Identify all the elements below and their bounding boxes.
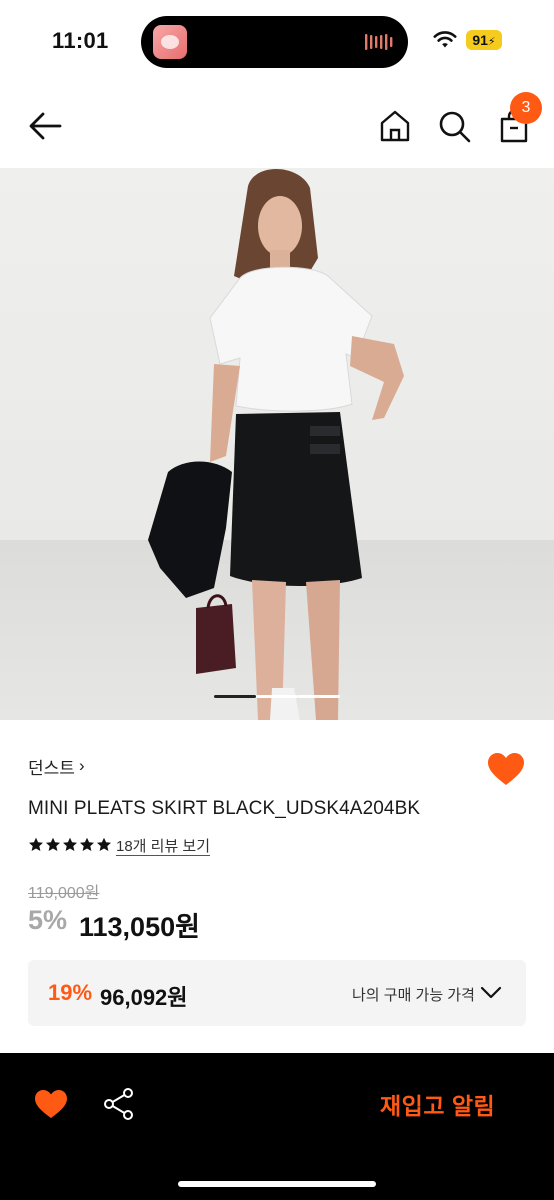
original-price: 119,000원 — [28, 885, 100, 902]
app-thumbnail-icon — [153, 25, 187, 59]
status-time: 11:01 — [52, 28, 109, 53]
star-icon — [29, 837, 43, 851]
top-nav — [0, 84, 554, 168]
cart-count-badge: 3 — [510, 92, 542, 124]
benefit-label: 나의 구매 가능 가격 — [352, 987, 475, 1004]
sale-price: 113,050원 — [79, 912, 200, 942]
charging-bolt-icon: ⚡ — [487, 36, 496, 48]
star-icon — [46, 837, 60, 851]
wifi-icon — [433, 31, 457, 48]
carousel-dot — [256, 695, 298, 698]
carousel-dot-active — [214, 695, 256, 698]
star-icon — [97, 837, 111, 851]
product-image-carousel[interactable] — [0, 168, 554, 720]
restock-alert-button[interactable]: 재입고 알림 — [380, 1087, 495, 1121]
product-photo — [148, 168, 404, 720]
benefit-discount-rate: 19% — [48, 980, 93, 1005]
benefit-price: 96,092원 — [100, 985, 188, 1010]
review-link[interactable]: 18개 리뷰 보기 — [116, 838, 211, 856]
wishlist-heart-icon[interactable] — [487, 752, 525, 786]
battery-icon: 91⚡ — [466, 30, 502, 50]
audio-wave-icon — [365, 34, 393, 50]
dynamic-island — [141, 16, 408, 68]
share-icon[interactable] — [103, 1087, 135, 1121]
star-icon — [63, 837, 77, 851]
battery-level: 91 — [472, 32, 488, 48]
status-bar: 11:01 91⚡ — [0, 0, 554, 84]
brand-link[interactable]: 던스트 — [28, 754, 75, 779]
home-icon[interactable] — [378, 108, 412, 144]
heart-icon[interactable] — [34, 1089, 68, 1119]
bottom-action-bar: 재입고 알림 — [0, 1053, 554, 1200]
my-price-dropdown[interactable]: 19% 96,092원 나의 구매 가능 가격 — [28, 960, 526, 1026]
star-icon — [80, 837, 94, 851]
discount-rate: 5% — [28, 905, 68, 935]
back-arrow-icon[interactable] — [26, 106, 66, 146]
search-icon[interactable] — [436, 108, 472, 144]
carousel-indicator — [214, 695, 340, 698]
home-indicator[interactable] — [178, 1181, 376, 1187]
rating-stars — [28, 837, 112, 857]
chevron-down-icon[interactable] — [480, 984, 502, 1002]
chevron-right-icon[interactable]: › — [79, 756, 85, 776]
carousel-dot — [298, 695, 340, 698]
product-name: MINI PLEATS SKIRT BLACK_UDSK4A204BK — [28, 798, 421, 819]
